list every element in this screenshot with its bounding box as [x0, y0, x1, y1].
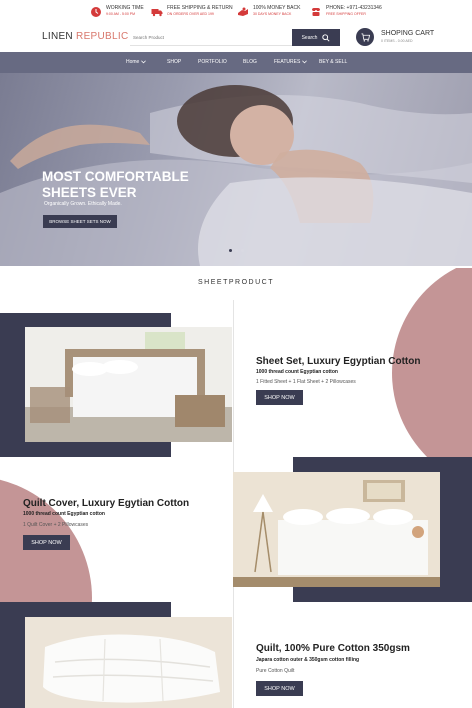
working-time-value: 9:00 AM - 5:00 PM	[106, 12, 135, 16]
nav-item-shop[interactable]: SHOP	[167, 59, 181, 65]
product-2-contents: 1 Quilt Cover + 2 Pillowcases	[23, 522, 89, 528]
search-button[interactable]: Search	[292, 29, 340, 46]
phone-label: PHONE: +971-43231346	[326, 5, 382, 11]
product-3-subtitle: Japara cotton outer & 350gsm cotton fill…	[256, 657, 360, 663]
slider-dot-2[interactable]	[235, 249, 238, 252]
nav-item-shop-label: SHOP	[167, 59, 182, 65]
money-back-value: 30 DAYS MONEY BACK	[253, 12, 292, 16]
chevron-down-icon	[302, 60, 308, 64]
nav-item-portfolio[interactable]: PORTFOLIO	[198, 59, 227, 65]
cart-button[interactable]	[356, 28, 374, 46]
phone-value: FREE SHIPPING OFFER	[326, 12, 366, 16]
cart-title[interactable]: SHOPING CART	[381, 30, 434, 37]
shipping-value: ON ORDERS OVER AED 199	[167, 12, 214, 16]
nav-item-home[interactable]: Home	[126, 59, 147, 65]
search-input[interactable]	[130, 29, 292, 46]
product-3-contents: Pure Cotton Quilt	[256, 668, 295, 674]
nav-item-buy-sell[interactable]: BEY & SELL	[319, 59, 347, 65]
product-1-shop-now-button[interactable]: SHOP NOW	[256, 390, 303, 405]
slider-dot-1[interactable]	[229, 249, 232, 252]
phone-info: PHONE: +971-43231346 FREE SHIPPING OFFER	[310, 5, 382, 18]
product-2-shop-now-button[interactable]: SHOP NOW	[23, 535, 70, 550]
phone-icon	[312, 8, 320, 16]
site-logo[interactable]: LINEN REPUBLIC	[42, 31, 128, 42]
product-1-image[interactable]	[25, 327, 232, 442]
bed-photo	[25, 327, 232, 442]
site-header: LINEN REPUBLIC Search SHOPING CART 0 ITE…	[0, 24, 472, 52]
cart-icon	[360, 32, 370, 42]
hero-banner: MOST COMFORTABLE SHEETS EVER Organically…	[0, 73, 472, 266]
browse-sheet-sets-button[interactable]: BROWSE SHEET SETS NOW	[43, 215, 117, 228]
product-2-subtitle: 1000 thread count Egyptian cotton	[23, 511, 105, 517]
hero-title: MOST COMFORTABLE SHEETS EVER	[42, 169, 189, 200]
nav-item-features[interactable]: FEATURES	[274, 59, 308, 65]
product-2-image[interactable]	[233, 472, 440, 587]
nav-item-features-label: FEATURES	[274, 59, 301, 65]
main-nav: Home SHOP PORTFOLIO BLOG FEATURES BEY & …	[0, 52, 472, 73]
nav-item-blog[interactable]: BLOG	[243, 59, 257, 65]
shipping-label: FREE SHIPPING & RETURN	[167, 5, 233, 11]
nav-item-portfolio-label: PORTFOLIO	[198, 59, 227, 65]
quilt-photo	[25, 617, 232, 708]
money-back-icon	[238, 7, 248, 16]
nav-item-buy-sell-label: BEY & SELL	[319, 59, 348, 65]
nav-item-home-label: Home	[126, 59, 140, 65]
money-back-info: 100% MONEY BACK 30 DAYS MONEY BACK	[237, 5, 300, 18]
hero-title-line1: MOST COMFORTABLE	[42, 169, 189, 184]
logo-text-republic: REPUBLIC	[76, 31, 129, 42]
truck-icon	[151, 9, 163, 17]
product-3-shop-now-button[interactable]: SHOP NOW	[256, 681, 303, 696]
nav-item-blog-label: BLOG	[243, 59, 257, 65]
top-info-bar: WORKING TIME 9:00 AM - 5:00 PM FREE SHIP…	[0, 0, 472, 24]
search-button-label: Search	[301, 34, 318, 41]
cart-summary: 0 ITEMS - 0.00 AED	[381, 39, 413, 43]
product-3-title[interactable]: Quilt, 100% Pure Cotton 350gsm	[256, 643, 410, 654]
hero-title-line2: SHEETS EVER	[42, 184, 137, 200]
shipping-info: FREE SHIPPING & RETURN ON ORDERS OVER AE…	[151, 5, 233, 18]
search-icon	[322, 33, 330, 42]
product-2-title[interactable]: Quilt Cover, Luxury Egytian Cotton	[23, 498, 189, 509]
money-back-label: 100% MONEY BACK	[253, 5, 301, 11]
product-1-title[interactable]: Sheet Set, Luxury Egyptian Cotton	[256, 356, 420, 367]
product-1-subtitle: 1000 thread count Egyptian cotton	[256, 369, 338, 375]
quilt-cover-photo	[233, 472, 440, 587]
working-time-label: WORKING TIME	[106, 5, 144, 11]
product-3-image[interactable]	[25, 617, 232, 708]
chevron-down-icon	[141, 60, 147, 64]
clock-icon	[91, 7, 101, 17]
logo-text-linen: LINEN	[42, 31, 77, 42]
working-time-info: WORKING TIME 9:00 AM - 5:00 PM	[90, 5, 144, 18]
product-1-contents: 1 Fitted Sheet + 1 Flat Sheet + 2 Pillow…	[256, 379, 356, 385]
hero-subtitle: Organically Grown. Ethically Made.	[44, 201, 122, 207]
slider-dot-3[interactable]	[241, 249, 244, 252]
slider-dots	[229, 249, 244, 252]
